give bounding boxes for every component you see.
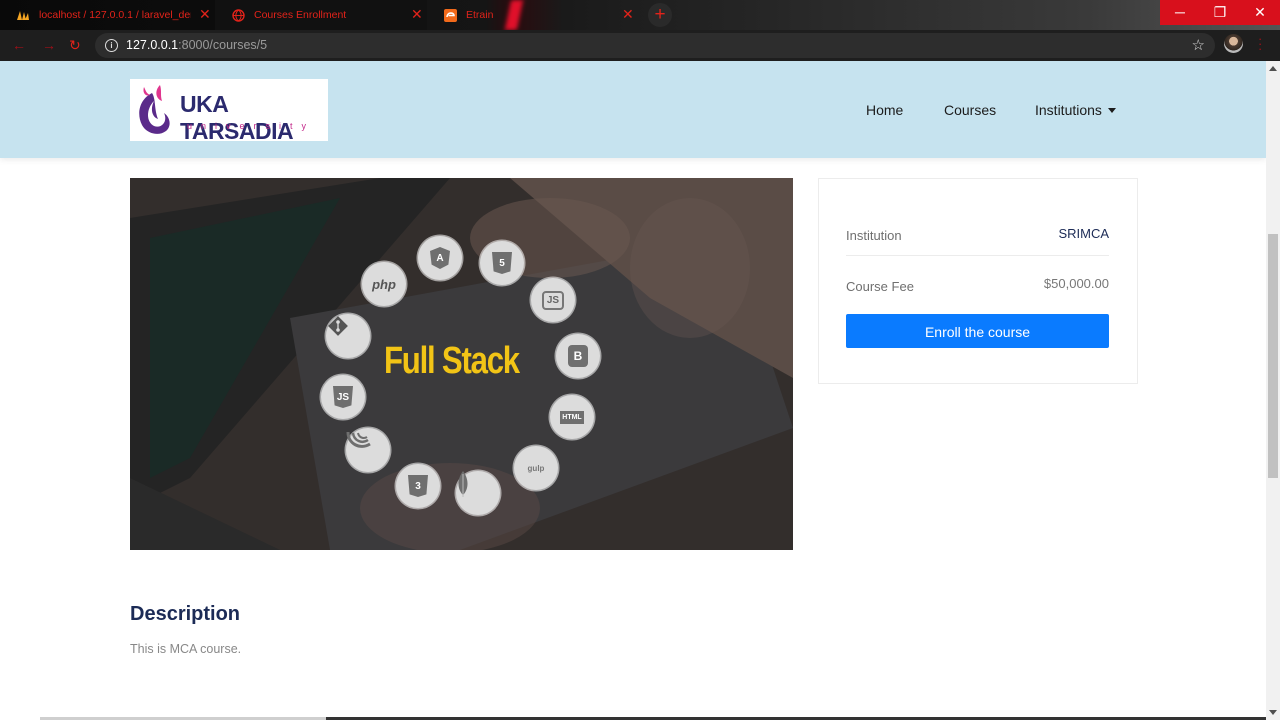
close-window-button[interactable]: ✕ <box>1240 0 1280 25</box>
course-fee-value: $50,000.00 <box>1043 276 1109 291</box>
caret-down-icon <box>1107 107 1116 113</box>
nav-institutions-label: Institutions <box>1035 102 1102 118</box>
browser-menu-icon[interactable]: · · · <box>1258 32 1262 55</box>
institution-label: Institution <box>846 228 902 243</box>
tab-phpmyadmin[interactable]: localhost / 127.0.0.1 / laravel_demo ✕ <box>0 0 215 30</box>
logo-title: UKA TARSADIA <box>180 91 294 144</box>
close-tab-icon[interactable]: ✕ <box>411 6 423 23</box>
git-icon <box>326 314 370 358</box>
scroll-up-icon[interactable] <box>1269 66 1277 71</box>
php-icon: php <box>362 262 406 306</box>
html-file-icon: HTML <box>550 395 594 439</box>
tab-etrain[interactable]: Etrain ✕ <box>427 0 639 30</box>
html-file-icon-label: HTML <box>560 410 584 424</box>
javascript-icon-label: JS <box>333 386 353 408</box>
browser-tab-strip: localhost / 127.0.0.1 / laravel_demo ✕ C… <box>0 0 1280 30</box>
page-scrollbar[interactable] <box>1266 61 1280 720</box>
nav-courses[interactable]: Courses <box>944 102 996 118</box>
mongodb-icon <box>456 471 500 515</box>
course-info-panel: Institution SRIMCA Course Fee $50,000.00… <box>818 178 1138 384</box>
tab-title: Etrain <box>466 9 494 21</box>
address-bar[interactable]: i 127.0.0.1:8000/courses/5 ☆ <box>95 33 1215 58</box>
profile-avatar[interactable] <box>1224 34 1243 53</box>
html5-icon-label: 5 <box>492 252 512 274</box>
jquery-icon <box>346 428 390 472</box>
minimize-button[interactable]: ─ <box>1160 0 1200 25</box>
nav-institutions-dropdown[interactable]: Institutions <box>1035 102 1116 118</box>
html5-icon: 5 <box>480 241 524 285</box>
site-info-icon[interactable]: i <box>105 39 118 52</box>
course-image: Full Stack php A 5 JS B HTML gulp 3 JS <box>130 178 793 550</box>
etrain-icon <box>443 8 457 22</box>
angular-icon-label: A <box>430 247 450 269</box>
bookmark-star-icon[interactable]: ☆ <box>1192 36 1205 54</box>
new-tab-button[interactable]: + <box>648 3 672 27</box>
bootstrap-icon: B <box>556 334 600 378</box>
close-tab-icon[interactable]: ✕ <box>199 6 211 23</box>
site-header: UKA TARSADIA university Home Courses Ins… <box>0 61 1266 158</box>
scroll-down-icon[interactable] <box>1269 710 1277 715</box>
course-fee-label: Course Fee <box>846 279 914 294</box>
javascript-icon: JS <box>321 375 365 419</box>
description-heading: Description <box>130 603 241 625</box>
course-image-headline: Full Stack <box>384 340 520 382</box>
css3-icon: 3 <box>396 464 440 508</box>
logo-subtitle: university <box>187 121 316 131</box>
institution-value: SRIMCA <box>1058 226 1109 241</box>
site-logo[interactable]: UKA TARSADIA university <box>130 79 328 144</box>
tab-title: Courses Enrollment <box>254 9 347 21</box>
forward-arrow-icon[interactable]: → <box>42 37 56 53</box>
phpmyadmin-icon <box>16 8 30 22</box>
tab-title: localhost / 127.0.0.1 / laravel_demo <box>39 9 191 21</box>
url-path: :8000/courses/5 <box>178 38 268 52</box>
css3-icon-label: 3 <box>408 475 428 497</box>
nav-home[interactable]: Home <box>866 102 903 118</box>
description-text: This is MCA course. <box>130 642 242 656</box>
enroll-button[interactable]: Enroll the course <box>846 314 1109 348</box>
nodejs-icon-label: JS <box>541 290 565 310</box>
gulp-icon: gulp <box>514 446 558 490</box>
scrollbar-thumb[interactable] <box>1268 234 1278 478</box>
tab-courses-enrollment[interactable]: Courses Enrollment ✕ <box>215 0 427 30</box>
back-arrow-icon[interactable]: ← <box>12 37 26 53</box>
mongodb-leaf-icon <box>458 471 468 497</box>
reload-icon[interactable]: ↻ <box>69 37 81 54</box>
logo-flame-icon <box>139 85 170 134</box>
php-icon-label: php <box>372 276 396 292</box>
jquery-swirl-icon <box>346 431 371 448</box>
restore-button[interactable]: ❐ <box>1200 0 1240 25</box>
page-viewport: UKA TARSADIA university Home Courses Ins… <box>0 61 1266 720</box>
browser-toolbar: ← → ↻ i 127.0.0.1:8000/courses/5 ☆ <box>0 30 1280 61</box>
git-diamond-icon <box>328 316 348 336</box>
gulp-icon-label: gulp <box>527 463 545 473</box>
url-text: 127.0.0.1:8000/courses/5 <box>126 38 267 52</box>
bootstrap-icon-label: B <box>568 345 588 367</box>
nodejs-icon: JS <box>531 278 575 322</box>
globe-icon <box>231 8 245 22</box>
angular-icon: A <box>418 236 462 280</box>
close-tab-icon[interactable]: ✕ <box>622 6 634 23</box>
divider <box>846 255 1109 256</box>
url-host: 127.0.0.1 <box>126 38 179 52</box>
